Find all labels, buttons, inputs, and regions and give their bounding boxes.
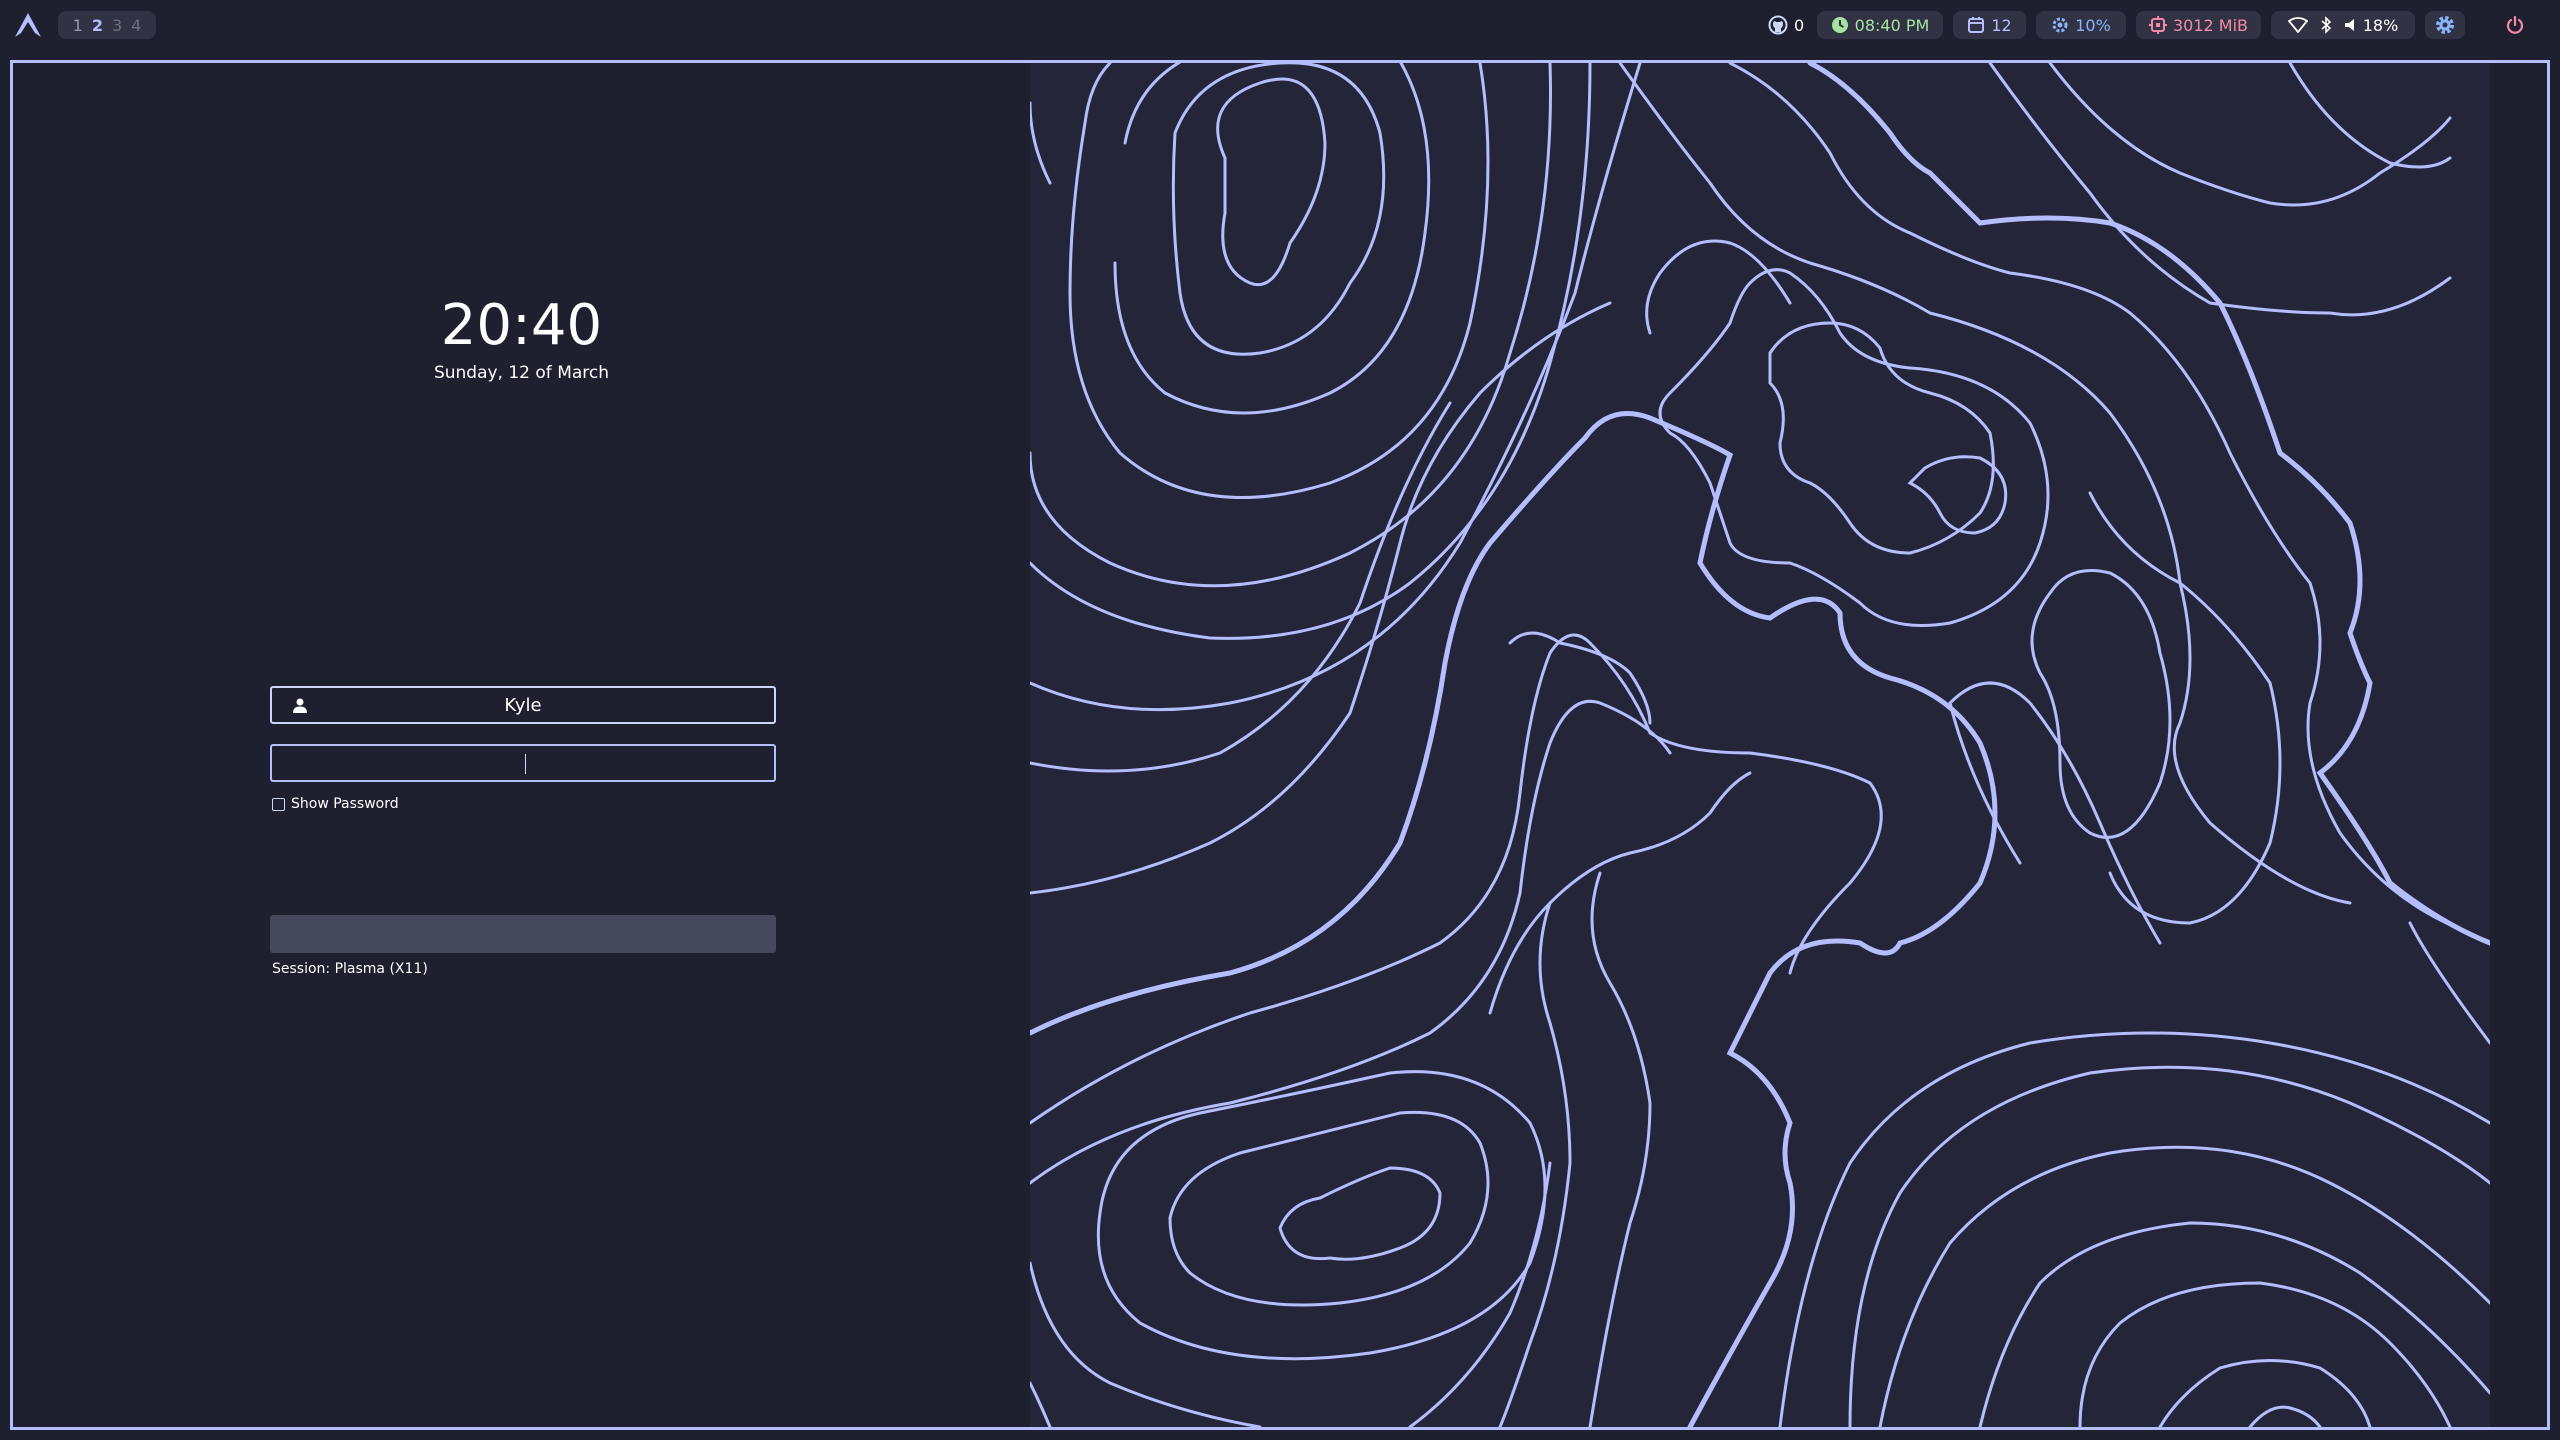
workspace-switcher: 1 2 3 4: [58, 11, 156, 39]
power-button[interactable]: [2505, 11, 2525, 39]
volume-level: 18%: [2362, 15, 2399, 35]
github-icon: [1768, 15, 1788, 35]
username-field[interactable]: Kyle: [270, 686, 776, 724]
workspace-1[interactable]: 1: [73, 16, 83, 35]
calendar-pill[interactable]: 12: [1953, 11, 2026, 39]
arch-logo-icon[interactable]: [14, 12, 42, 38]
github-count: 0: [1794, 15, 1805, 35]
login-clock: 20:40: [440, 293, 603, 358]
clock-icon: [1831, 17, 1848, 33]
bluetooth-icon[interactable]: [2320, 16, 2332, 34]
show-password-label: Show Password: [291, 796, 399, 812]
username-value: Kyle: [504, 695, 542, 716]
password-field[interactable]: [270, 744, 776, 782]
show-password-toggle[interactable]: Show Password: [272, 796, 399, 812]
cpu-usage: 10%: [2075, 15, 2111, 35]
wallpaper-image: [1030, 63, 2490, 1427]
session-selector[interactable]: Session: Plasma (X11): [272, 961, 428, 977]
show-password-checkbox[interactable]: [272, 797, 285, 811]
memory-pill[interactable]: 3012 MiB: [2136, 11, 2261, 39]
cpu-icon: [2052, 17, 2068, 33]
clock-pill[interactable]: 08:40 PM: [1817, 11, 1943, 39]
wifi-icon[interactable]: [2287, 17, 2308, 33]
settings-button[interactable]: [2425, 11, 2465, 39]
calendar-day: 12: [1991, 15, 2012, 35]
workspace-3[interactable]: 3: [112, 16, 122, 35]
login-pane: 20:40 Sunday, 12 of March Kyle Show Pass…: [13, 63, 1030, 1427]
workspace-2[interactable]: 2: [92, 16, 103, 35]
github-notifications[interactable]: 0: [1768, 11, 1804, 39]
calendar-icon: [1968, 17, 1985, 33]
memory-icon: [2148, 16, 2167, 34]
gear-icon: [2436, 16, 2454, 34]
login-date: Sunday, 12 of March: [433, 363, 610, 383]
volume-icon[interactable]: [2344, 18, 2358, 32]
login-window: 20:40 Sunday, 12 of March Kyle Show Pass…: [10, 60, 2550, 1430]
clock-time: 08:40 PM: [1854, 15, 1930, 35]
login-button[interactable]: [270, 915, 776, 953]
top-bar: 1 2 3 4 0 08:40 PM 12 10% 3012 MiB 18%: [0, 0, 2560, 50]
cpu-pill[interactable]: 10%: [2036, 11, 2126, 39]
power-icon: [2506, 15, 2524, 34]
text-caret: [525, 754, 526, 774]
system-tray-pill[interactable]: 18%: [2271, 11, 2415, 39]
workspace-4[interactable]: 4: [131, 16, 141, 35]
memory-usage: 3012 MiB: [2172, 15, 2249, 35]
